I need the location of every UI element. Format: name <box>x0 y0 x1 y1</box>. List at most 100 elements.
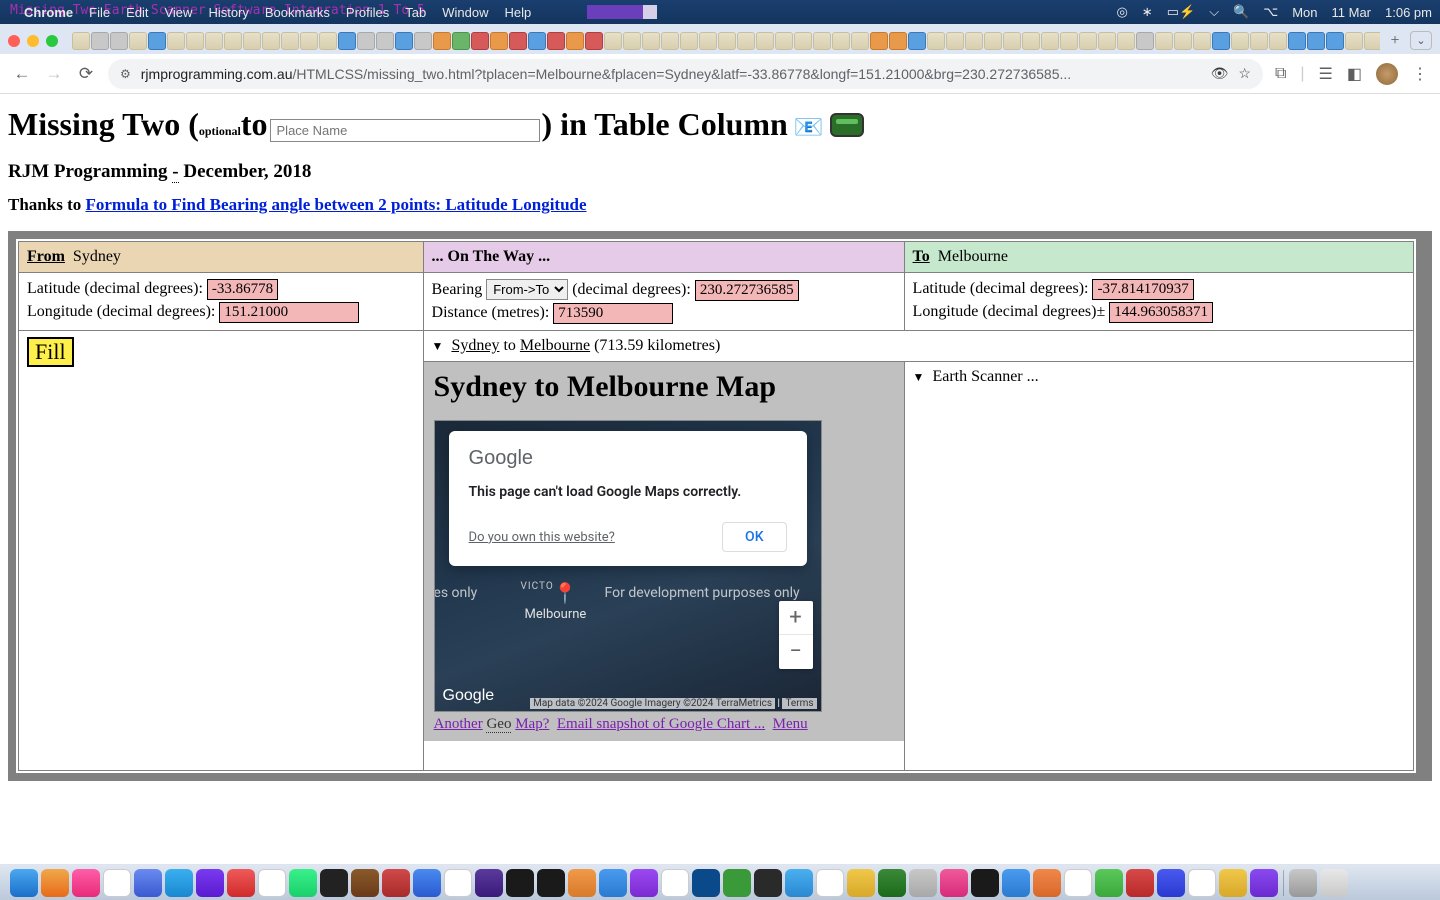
dock-app-icon[interactable] <box>1219 869 1247 897</box>
dock-app-icon[interactable] <box>196 869 224 897</box>
dock-app-icon[interactable] <box>351 869 379 897</box>
map-zoom-in-button[interactable]: + <box>779 601 813 635</box>
another-link[interactable]: Another <box>434 716 483 732</box>
tab-list-dropdown-icon[interactable]: ⌄ <box>1410 31 1432 50</box>
distance-input[interactable]: 713590 <box>553 303 673 324</box>
geo-link[interactable]: Geo <box>486 716 511 733</box>
nav-back-icon[interactable]: ← <box>12 64 32 84</box>
map-error-ok-button[interactable]: OK <box>722 522 787 552</box>
dock-app-icon[interactable] <box>1002 869 1030 897</box>
dock-app-icon[interactable] <box>475 869 503 897</box>
dock-app-icon[interactable] <box>630 869 658 897</box>
dock-app-icon[interactable] <box>506 869 534 897</box>
dock-app-icon[interactable] <box>723 869 751 897</box>
to-lat-input[interactable]: -37.814170937 <box>1092 279 1193 300</box>
from-lat-input[interactable]: -33.86778 <box>207 279 278 300</box>
dock-downloads-icon[interactable] <box>1289 869 1317 897</box>
dock-app-icon[interactable] <box>382 869 410 897</box>
pager-icon[interactable] <box>830 113 864 137</box>
dock-app-icon[interactable] <box>1033 869 1061 897</box>
dock-app-icon[interactable] <box>599 869 627 897</box>
extensions-icon[interactable]: ⧉ <box>1275 65 1286 83</box>
dock-app-icon[interactable] <box>1126 869 1154 897</box>
dock-app-icon[interactable] <box>258 869 286 897</box>
wifi-icon[interactable]: ⌵ <box>1209 4 1219 20</box>
dock-app-icon[interactable] <box>1095 869 1123 897</box>
dock-app-icon[interactable] <box>754 869 782 897</box>
tab-overflow[interactable] <box>72 32 1380 50</box>
menu-window[interactable]: Window <box>442 5 488 20</box>
bearing-formula-link[interactable]: Formula to Find Bearing angle between 2 … <box>85 195 586 214</box>
dock-app-icon[interactable] <box>940 869 968 897</box>
summary-to-link[interactable]: Melbourne <box>520 337 590 354</box>
place-name-input[interactable] <box>270 119 540 142</box>
dock-app-icon[interactable] <box>1064 869 1092 897</box>
map-terms-link[interactable]: Terms <box>782 698 816 709</box>
reading-list-icon[interactable]: ☰ <box>1319 64 1333 84</box>
route-summary[interactable]: ▼ Sydney to Melbourne (713.59 kilometres… <box>432 337 1405 355</box>
dock-app-icon[interactable] <box>1250 869 1278 897</box>
dock-app-icon[interactable] <box>971 869 999 897</box>
disclosure-triangle-icon[interactable]: ▼ <box>913 370 925 384</box>
control-center-icon[interactable]: ⌥ <box>1263 4 1278 20</box>
app-menu[interactable]: Chrome <box>24 5 73 20</box>
dock-app-icon[interactable] <box>909 869 937 897</box>
email-snapshot-link[interactable]: Email snapshot of Google Chart ... <box>557 716 765 732</box>
bookmark-star-icon[interactable]: ☆ <box>1238 65 1251 82</box>
eye-icon[interactable]: 👁 <box>1211 65 1229 82</box>
dock-app-icon[interactable] <box>816 869 844 897</box>
new-tab-button[interactable]: + <box>1384 32 1406 50</box>
to-lon-input[interactable]: 144.963058371 <box>1109 302 1213 323</box>
mapq-link[interactable]: Map? <box>515 716 549 732</box>
from-lon-input[interactable]: 151.21000 <box>219 302 359 323</box>
profile-avatar-icon[interactable] <box>1376 63 1398 85</box>
dock-app-icon[interactable] <box>103 869 131 897</box>
menu-file[interactable]: File <box>89 5 110 20</box>
dock-app-icon[interactable] <box>1188 869 1216 897</box>
dock-app-icon[interactable] <box>134 869 162 897</box>
bluetooth-icon[interactable]: ∗ <box>1142 4 1153 20</box>
battery-icon[interactable]: ▭⚡ <box>1167 4 1195 20</box>
fill-button[interactable]: Fill <box>27 337 74 367</box>
summary-from-link[interactable]: Sydney <box>451 337 499 354</box>
nav-reload-icon[interactable]: ⟳ <box>76 64 96 84</box>
dock-app-icon[interactable] <box>1157 869 1185 897</box>
bearing-input[interactable]: 230.272736585 <box>695 280 799 301</box>
menu-edit[interactable]: Edit <box>126 5 148 20</box>
dock-app-icon[interactable] <box>785 869 813 897</box>
dock-trash-icon[interactable] <box>1320 869 1348 897</box>
dock-app-icon[interactable] <box>289 869 317 897</box>
dock-app-icon[interactable] <box>444 869 472 897</box>
dock-app-icon[interactable] <box>41 869 69 897</box>
dock-app-icon[interactable] <box>72 869 100 897</box>
macos-dock[interactable] <box>0 864 1440 900</box>
window-close-icon[interactable] <box>8 35 20 47</box>
dock-app-icon[interactable] <box>227 869 255 897</box>
dock-app-icon[interactable] <box>847 869 875 897</box>
menu-link[interactable]: Menu <box>773 716 808 732</box>
disclosure-triangle-icon[interactable]: ▼ <box>432 339 444 353</box>
window-zoom-icon[interactable] <box>46 35 58 47</box>
dock-app-icon[interactable] <box>692 869 720 897</box>
sidepanel-icon[interactable]: ◧ <box>1347 64 1362 84</box>
screen-record-icon[interactable]: ◎ <box>1116 4 1127 20</box>
window-minimize-icon[interactable] <box>27 35 39 47</box>
earth-scanner-summary[interactable]: ▼ Earth Scanner ... <box>913 368 1405 386</box>
menu-history[interactable]: History <box>208 5 248 20</box>
dock-app-icon[interactable] <box>537 869 565 897</box>
own-website-link[interactable]: Do you own this website? <box>469 530 615 545</box>
dock-app-icon[interactable] <box>568 869 596 897</box>
spotlight-icon[interactable]: 🔍 <box>1233 4 1249 20</box>
menu-view[interactable]: View <box>164 5 192 20</box>
dock-app-icon[interactable] <box>661 869 689 897</box>
menu-profiles[interactable]: Profiles <box>346 5 389 20</box>
dock-app-icon[interactable] <box>878 869 906 897</box>
chrome-menu-icon[interactable]: ⋮ <box>1412 64 1428 84</box>
map-zoom-out-button[interactable]: − <box>779 635 813 669</box>
url-field[interactable]: ⚙ rjmprogramming.com.au/HTMLCSS/missing_… <box>108 59 1263 89</box>
direction-select[interactable]: From->To <box>486 279 568 300</box>
dock-app-icon[interactable] <box>320 869 348 897</box>
menu-bookmarks[interactable]: Bookmarks <box>265 5 330 20</box>
dock-app-icon[interactable] <box>165 869 193 897</box>
menu-tab[interactable]: Tab <box>405 5 426 20</box>
